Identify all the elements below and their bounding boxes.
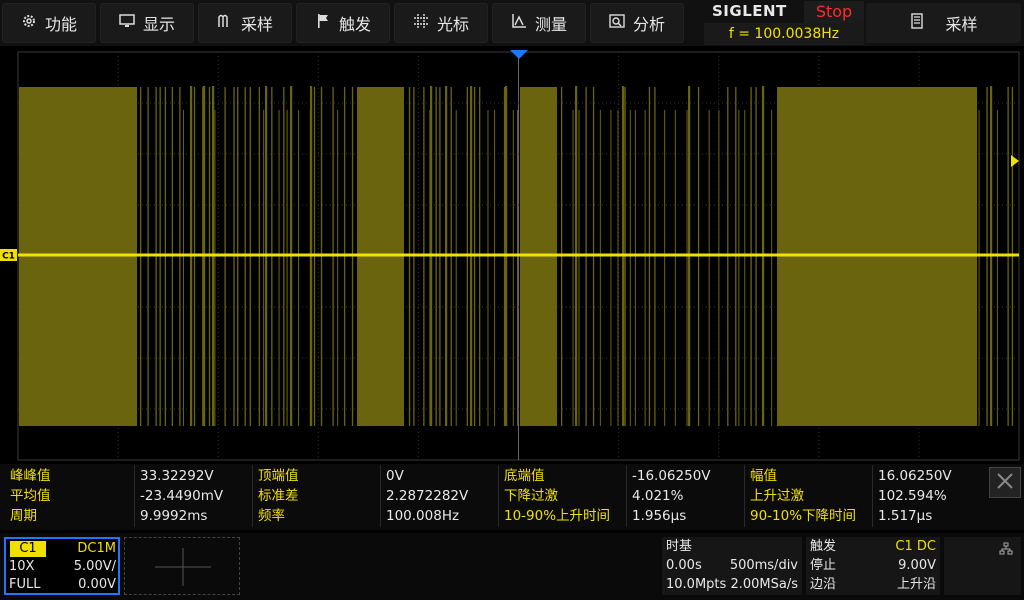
pulse-line [517,110,519,426]
pulse-line [572,110,574,426]
measure-value: 16.06250V [878,468,952,484]
timebase-memory: 10.0Mpts [666,577,727,592]
pulse-line [674,110,676,426]
pulse-line [214,110,216,426]
measure-label: 平均值 [10,488,51,504]
measure-label: 顶端值 [258,468,299,484]
channel-marker[interactable]: C1 [0,249,17,262]
measure-divider [380,465,381,527]
measure-value: -16.06250V [632,468,711,484]
measure-label: 周期 [10,508,37,524]
measure-label: 10-90%上升时间 [504,508,611,524]
timebase-sample-rate: 2.00MSa/s [730,577,798,592]
pulse-line [278,110,280,426]
measure-value: 1.956µs [632,508,687,524]
pulse-line [996,110,998,426]
measure-divider [498,465,499,527]
pulse-line [664,110,666,426]
measure-divider [252,465,253,527]
network-icon [999,541,1013,560]
pulse-line [610,110,612,426]
pulse-line [298,110,300,426]
measure-value: 9.9992ms [140,508,208,524]
add-channel-slot[interactable] [124,537,240,595]
channel1-coupling: DC1M [77,541,116,556]
measure-value: 100.008Hz [386,508,460,524]
measure-label: 标准差 [258,488,299,504]
pulse-line [578,110,580,426]
pulse-line [686,110,688,426]
pulse-line [708,110,710,426]
pulse-line [978,110,980,426]
trigger-title: 触发 [810,539,837,554]
measure-label: 90-10%下降时间 [750,508,857,524]
measure-label: 上升过激 [750,488,804,504]
pulse-line [644,110,646,426]
close-icon [996,472,1014,494]
pulse-line [494,110,496,426]
pulse-line [617,110,619,426]
pulse-line [455,110,457,426]
trigger-state: 停止 [810,558,837,573]
measure-value: -23.4490mV [140,488,224,504]
pulse-line [263,110,265,426]
pulse-line [771,110,773,426]
channel1-info[interactable]: C1 DC1M 10X 5.00V/ FULL 0.00V [4,537,120,595]
measure-label: 峰峰值 [10,468,51,484]
svg-text:C1: C1 [2,252,15,262]
trigger-type: 边沿 [810,577,837,592]
timebase-scale: 500ms/div [729,558,798,573]
network-status-button[interactable] [944,537,1021,595]
trigger-slope: 上升沿 [896,577,936,592]
measure-label: 频率 [258,508,285,524]
plus-icon [125,548,241,600]
trigger-source: C1 DC [895,539,936,554]
measure-label: 下降过激 [504,488,558,504]
measure-value: 0V [386,468,404,484]
channel1-scale: 5.00V/ [73,559,116,574]
measure-label: 幅值 [750,468,777,484]
pulse-line [634,110,636,426]
channel1-bandwidth: FULL [9,577,41,592]
measure-value: 2.2872282V [386,488,469,504]
pulse-line [629,110,631,426]
channel1-probe: 10X [9,559,35,574]
pulse-line [738,110,740,426]
trigger-info[interactable]: 触发 C1 DC 停止 9.00V 边沿 上升沿 [806,537,940,595]
timebase-info[interactable]: 时基 0.00s 500ms/div 10.0Mpts 2.00MSa/s [662,537,802,595]
close-measure-button[interactable] [989,467,1021,498]
measure-value: 1.517µs [878,508,933,524]
pulse-line [744,110,746,426]
pulse-line [182,110,184,426]
timebase-delay: 0.00s [666,558,702,573]
measure-divider [626,465,627,527]
pulse-line [599,110,601,426]
pulse-line [512,110,514,426]
pulse-line [718,110,720,426]
channel1-offset: 0.00V [78,577,116,592]
measure-value: 33.32292V [140,468,214,484]
channel1-name: C1 [10,541,46,557]
measure-label: 底端值 [504,468,545,484]
measure-value: 102.594% [878,488,947,504]
trigger-level: 9.00V [898,558,936,573]
pulse-line [337,110,339,426]
pulse-line [286,110,288,426]
pulse-line [487,110,489,426]
waveform-display[interactable]: C1 [0,0,1024,462]
measure-divider [744,465,745,527]
measure-value: 4.021% [632,488,684,504]
timebase-title: 时基 [666,539,693,554]
measure-divider [134,465,135,527]
measure-divider [872,465,873,527]
